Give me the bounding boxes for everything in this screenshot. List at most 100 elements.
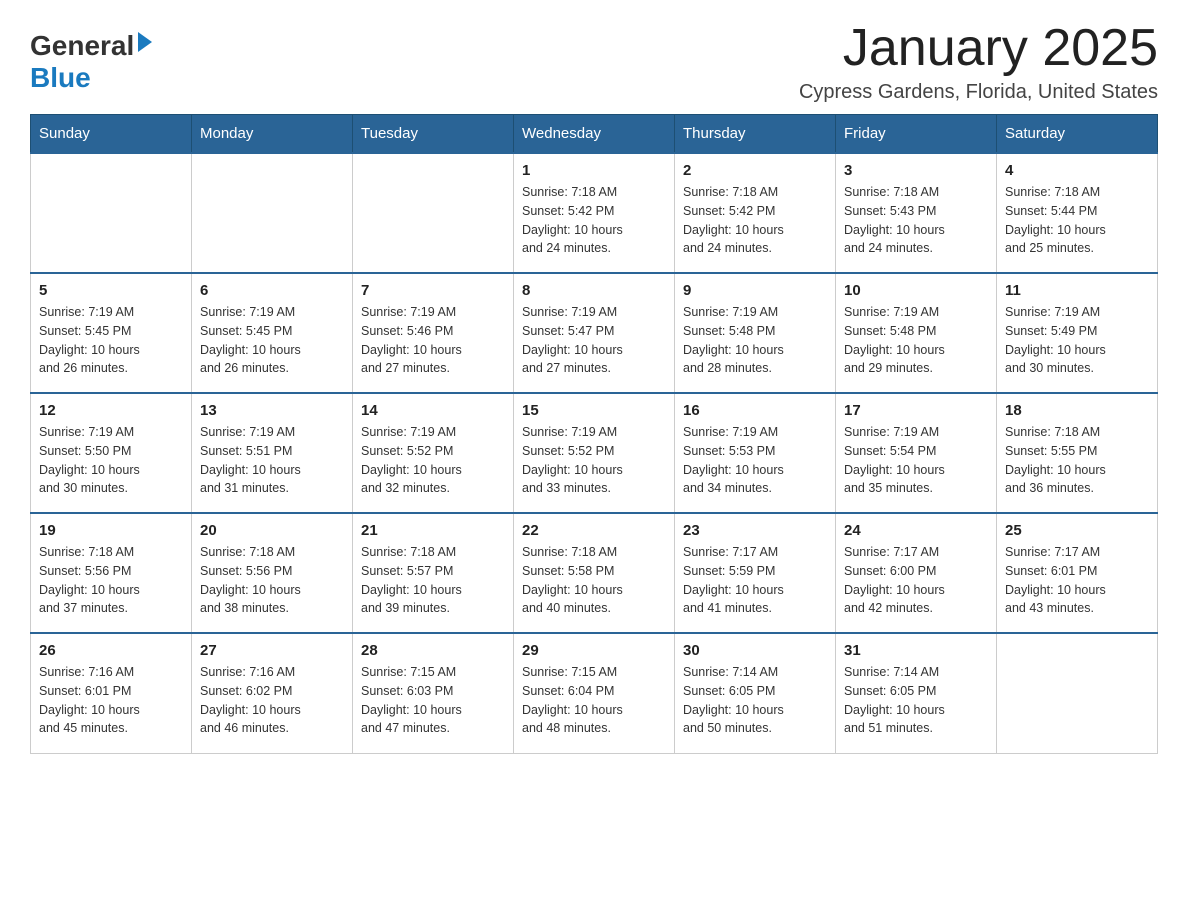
calendar-week-1: 1 Sunrise: 7:18 AM Sunset: 5:42 PM Daylig… bbox=[31, 153, 1158, 273]
day-number: 4 bbox=[1005, 162, 1149, 179]
calendar-cell: 13 Sunrise: 7:19 AM Sunset: 5:51 PM Dayli… bbox=[192, 393, 353, 513]
month-title: January 2025 bbox=[799, 20, 1158, 77]
weekday-header-thursday: Thursday bbox=[675, 115, 836, 154]
day-number: 14 bbox=[361, 402, 505, 419]
calendar-cell: 16 Sunrise: 7:19 AM Sunset: 5:53 PM Dayli… bbox=[675, 393, 836, 513]
day-number: 13 bbox=[200, 402, 344, 419]
calendar-cell: 15 Sunrise: 7:19 AM Sunset: 5:52 PM Dayli… bbox=[514, 393, 675, 513]
day-number: 10 bbox=[844, 282, 988, 299]
day-number: 30 bbox=[683, 642, 827, 659]
logo-general-text: General bbox=[30, 30, 134, 62]
day-info: Sunrise: 7:17 AM Sunset: 5:59 PM Dayligh… bbox=[683, 543, 827, 618]
day-info: Sunrise: 7:19 AM Sunset: 5:52 PM Dayligh… bbox=[522, 423, 666, 498]
day-info: Sunrise: 7:14 AM Sunset: 6:05 PM Dayligh… bbox=[844, 663, 988, 738]
day-info: Sunrise: 7:19 AM Sunset: 5:52 PM Dayligh… bbox=[361, 423, 505, 498]
calendar-cell: 4 Sunrise: 7:18 AM Sunset: 5:44 PM Daylig… bbox=[997, 153, 1158, 273]
calendar-cell bbox=[997, 633, 1158, 753]
weekday-header-monday: Monday bbox=[192, 115, 353, 154]
calendar-cell: 30 Sunrise: 7:14 AM Sunset: 6:05 PM Dayli… bbox=[675, 633, 836, 753]
day-number: 8 bbox=[522, 282, 666, 299]
calendar-cell bbox=[192, 153, 353, 273]
day-number: 3 bbox=[844, 162, 988, 179]
calendar-cell: 17 Sunrise: 7:19 AM Sunset: 5:54 PM Dayli… bbox=[836, 393, 997, 513]
day-number: 19 bbox=[39, 522, 183, 539]
calendar-cell bbox=[353, 153, 514, 273]
day-info: Sunrise: 7:18 AM Sunset: 5:44 PM Dayligh… bbox=[1005, 183, 1149, 258]
day-number: 16 bbox=[683, 402, 827, 419]
calendar-cell: 21Sunrise: 7:18 AM Sunset: 5:57 PM Dayli… bbox=[353, 513, 514, 633]
calendar-cell: 1Sunrise: 7:18 AM Sunset: 5:42 PM Daylig… bbox=[514, 153, 675, 273]
calendar-cell: 25 Sunrise: 7:17 AM Sunset: 6:01 PM Dayli… bbox=[997, 513, 1158, 633]
calendar-week-3: 12 Sunrise: 7:19 AM Sunset: 5:50 PM Dayli… bbox=[31, 393, 1158, 513]
day-number: 1 bbox=[522, 162, 666, 179]
day-number: 25 bbox=[1005, 522, 1149, 539]
calendar-cell: 19 Sunrise: 7:18 AM Sunset: 5:56 PM Dayli… bbox=[31, 513, 192, 633]
day-number: 2 bbox=[683, 162, 827, 179]
day-info: Sunrise: 7:18 AM Sunset: 5:42 PM Dayligh… bbox=[683, 183, 827, 258]
day-info: Sunrise: 7:14 AM Sunset: 6:05 PM Dayligh… bbox=[683, 663, 827, 738]
day-info: Sunrise: 7:19 AM Sunset: 5:45 PM Dayligh… bbox=[200, 303, 344, 378]
day-info: Sunrise: 7:19 AM Sunset: 5:53 PM Dayligh… bbox=[683, 423, 827, 498]
day-number: 12 bbox=[39, 402, 183, 419]
day-number: 22 bbox=[522, 522, 666, 539]
logo: General Blue bbox=[30, 30, 152, 94]
day-number: 26 bbox=[39, 642, 183, 659]
calendar-cell: 6 Sunrise: 7:19 AM Sunset: 5:45 PM Daylig… bbox=[192, 273, 353, 393]
calendar-table: SundayMondayTuesdayWednesdayThursdayFrid… bbox=[30, 114, 1158, 754]
day-info: Sunrise: 7:18 AM Sunset: 5:58 PM Dayligh… bbox=[522, 543, 666, 618]
day-info: Sunrise: 7:19 AM Sunset: 5:47 PM Dayligh… bbox=[522, 303, 666, 378]
day-number: 5 bbox=[39, 282, 183, 299]
day-info: Sunrise: 7:15 AM Sunset: 6:03 PM Dayligh… bbox=[361, 663, 505, 738]
day-number: 21 bbox=[361, 522, 505, 539]
calendar-week-5: 26 Sunrise: 7:16 AM Sunset: 6:01 PM Dayli… bbox=[31, 633, 1158, 753]
day-info: Sunrise: 7:18 AM Sunset: 5:56 PM Dayligh… bbox=[39, 543, 183, 618]
day-info: Sunrise: 7:18 AM Sunset: 5:43 PM Dayligh… bbox=[844, 183, 988, 258]
day-number: 6 bbox=[200, 282, 344, 299]
day-info: Sunrise: 7:18 AM Sunset: 5:55 PM Dayligh… bbox=[1005, 423, 1149, 498]
calendar-header: SundayMondayTuesdayWednesdayThursdayFrid… bbox=[31, 115, 1158, 154]
calendar-cell: 9 Sunrise: 7:19 AM Sunset: 5:48 PM Daylig… bbox=[675, 273, 836, 393]
day-number: 27 bbox=[200, 642, 344, 659]
day-info: Sunrise: 7:19 AM Sunset: 5:51 PM Dayligh… bbox=[200, 423, 344, 498]
title-area: January 2025 Cypress Gardens, Florida, U… bbox=[799, 20, 1158, 104]
logo-blue-text: Blue bbox=[30, 62, 91, 94]
day-number: 29 bbox=[522, 642, 666, 659]
day-info: Sunrise: 7:19 AM Sunset: 5:49 PM Dayligh… bbox=[1005, 303, 1149, 378]
day-info: Sunrise: 7:19 AM Sunset: 5:50 PM Dayligh… bbox=[39, 423, 183, 498]
day-number: 9 bbox=[683, 282, 827, 299]
calendar-cell: 8 Sunrise: 7:19 AM Sunset: 5:47 PM Daylig… bbox=[514, 273, 675, 393]
weekday-header-sunday: Sunday bbox=[31, 115, 192, 154]
calendar-cell: 11 Sunrise: 7:19 AM Sunset: 5:49 PM Dayli… bbox=[997, 273, 1158, 393]
calendar-cell: 22 Sunrise: 7:18 AM Sunset: 5:58 PM Dayli… bbox=[514, 513, 675, 633]
calendar-cell: 3 Sunrise: 7:18 AM Sunset: 5:43 PM Daylig… bbox=[836, 153, 997, 273]
day-info: Sunrise: 7:19 AM Sunset: 5:46 PM Dayligh… bbox=[361, 303, 505, 378]
day-info: Sunrise: 7:19 AM Sunset: 5:48 PM Dayligh… bbox=[844, 303, 988, 378]
day-number: 28 bbox=[361, 642, 505, 659]
day-number: 24 bbox=[844, 522, 988, 539]
day-info: Sunrise: 7:19 AM Sunset: 5:54 PM Dayligh… bbox=[844, 423, 988, 498]
day-number: 23 bbox=[683, 522, 827, 539]
day-number: 17 bbox=[844, 402, 988, 419]
day-number: 15 bbox=[522, 402, 666, 419]
logo-triangle-icon bbox=[138, 32, 152, 52]
calendar-cell: 18Sunrise: 7:18 AM Sunset: 5:55 PM Dayli… bbox=[997, 393, 1158, 513]
day-info: Sunrise: 7:18 AM Sunset: 5:56 PM Dayligh… bbox=[200, 543, 344, 618]
day-info: Sunrise: 7:16 AM Sunset: 6:01 PM Dayligh… bbox=[39, 663, 183, 738]
calendar-cell: 24Sunrise: 7:17 AM Sunset: 6:00 PM Dayli… bbox=[836, 513, 997, 633]
calendar-cell: 12 Sunrise: 7:19 AM Sunset: 5:50 PM Dayli… bbox=[31, 393, 192, 513]
day-info: Sunrise: 7:19 AM Sunset: 5:48 PM Dayligh… bbox=[683, 303, 827, 378]
calendar-cell: 10 Sunrise: 7:19 AM Sunset: 5:48 PM Dayli… bbox=[836, 273, 997, 393]
calendar-cell: 7Sunrise: 7:19 AM Sunset: 5:46 PM Daylig… bbox=[353, 273, 514, 393]
day-number: 20 bbox=[200, 522, 344, 539]
weekday-header-wednesday: Wednesday bbox=[514, 115, 675, 154]
weekday-header-friday: Friday bbox=[836, 115, 997, 154]
calendar-cell: 2 Sunrise: 7:18 AM Sunset: 5:42 PM Daylig… bbox=[675, 153, 836, 273]
location-title: Cypress Gardens, Florida, United States bbox=[799, 81, 1158, 104]
day-info: Sunrise: 7:15 AM Sunset: 6:04 PM Dayligh… bbox=[522, 663, 666, 738]
calendar-cell: 14 Sunrise: 7:19 AM Sunset: 5:52 PM Dayli… bbox=[353, 393, 514, 513]
day-info: Sunrise: 7:17 AM Sunset: 6:01 PM Dayligh… bbox=[1005, 543, 1149, 618]
calendar-cell bbox=[31, 153, 192, 273]
weekday-header-tuesday: Tuesday bbox=[353, 115, 514, 154]
calendar-cell: 31Sunrise: 7:14 AM Sunset: 6:05 PM Dayli… bbox=[836, 633, 997, 753]
day-number: 11 bbox=[1005, 282, 1149, 299]
